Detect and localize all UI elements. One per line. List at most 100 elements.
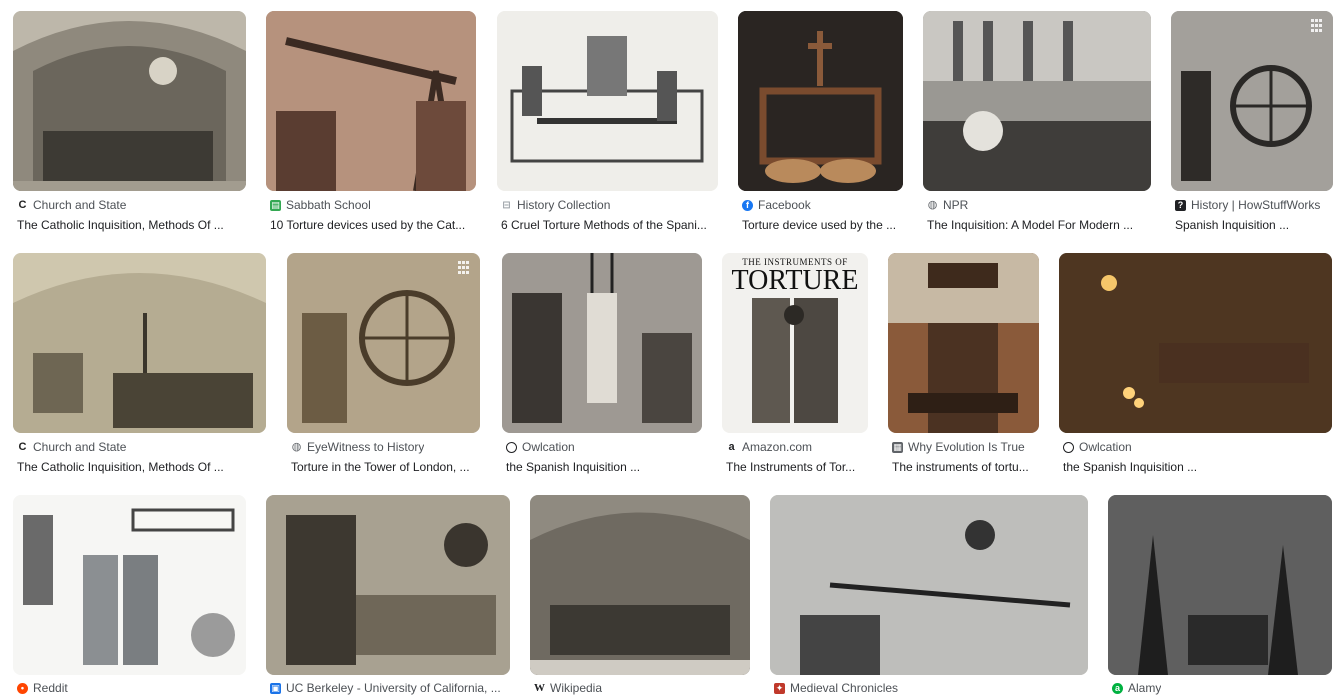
- image-result[interactable]: W Wikipedia: [530, 495, 750, 698]
- image-result[interactable]: ? History | HowStuffWorks Spanish Inquis…: [1171, 11, 1333, 236]
- question-icon: ?: [1175, 199, 1186, 211]
- source-name: Medieval Chronicles: [790, 681, 899, 695]
- amazon-icon: a: [728, 440, 735, 453]
- result-title[interactable]: 6 Cruel Torture Methods of the Spani...: [501, 217, 718, 233]
- source-name: Alamy: [1128, 681, 1162, 695]
- image-result[interactable]: C Church and State The Catholic Inquisit…: [13, 11, 246, 236]
- facebook-icon: f: [742, 199, 753, 211]
- result-title[interactable]: The Instruments of Tor...: [726, 459, 868, 475]
- result-source[interactable]: C Church and State: [17, 439, 127, 455]
- rack-engraving-image: [497, 11, 718, 191]
- source-name: History | HowStuffWorks: [1191, 198, 1321, 212]
- result-source[interactable]: ✦ Medieval Chronicles: [774, 680, 898, 696]
- alamy-icon: a: [1112, 682, 1123, 694]
- result-source[interactable]: f Facebook: [742, 197, 811, 213]
- result-thumbnail[interactable]: [13, 495, 246, 675]
- result-thumbnail[interactable]: [888, 253, 1039, 433]
- source-name: Church and State: [33, 440, 127, 454]
- result-source[interactable]: ? History | HowStuffWorks: [1175, 197, 1320, 213]
- image-result[interactable]: • Reddit: [13, 495, 246, 698]
- image-result[interactable]: Owlcation the Spanish Inquisition ...: [502, 253, 702, 478]
- image-result[interactable]: C Church and State The Catholic Inquisit…: [13, 253, 266, 478]
- source-name: Reddit: [33, 681, 68, 695]
- result-thumbnail[interactable]: [502, 253, 702, 433]
- engraving-dungeon-image: [13, 11, 246, 191]
- circle-icon: [1063, 441, 1074, 453]
- hanging-prisoner-image: [502, 253, 702, 433]
- result-thumbnail[interactable]: THE INSTRUMENTS OF TORTURE: [722, 253, 868, 433]
- rack-museum-photo: [888, 253, 1039, 433]
- image-result[interactable]: f Facebook Torture device used by the ..…: [738, 11, 903, 236]
- result-thumbnail[interactable]: [13, 11, 246, 191]
- result-source[interactable]: ⊟ History Collection: [501, 197, 610, 213]
- result-source[interactable]: ▤ Sabbath School: [270, 197, 371, 213]
- image-result[interactable]: ▦ Why Evolution Is True The instruments …: [888, 253, 1039, 478]
- image-result[interactable]: ▤ Sabbath School 10 Torture devices used…: [266, 11, 476, 236]
- gallery-icon: [1311, 19, 1325, 33]
- result-thumbnail[interactable]: [13, 253, 266, 433]
- result-source[interactable]: ▣ UC Berkeley - University of California…: [270, 680, 501, 696]
- source-name: Owlcation: [522, 440, 575, 454]
- result-title[interactable]: The instruments of tortu...: [892, 459, 1039, 475]
- result-title[interactable]: Spanish Inquisition ...: [1175, 217, 1333, 233]
- image-result[interactable]: Owlcation the Spanish Inquisition ...: [1059, 253, 1332, 478]
- result-thumbnail[interactable]: [266, 495, 510, 675]
- image-icon: ▣: [270, 682, 281, 694]
- result-thumbnail[interactable]: [923, 11, 1151, 191]
- h-icon: ⊟: [502, 199, 511, 211]
- result-thumbnail[interactable]: [1059, 253, 1332, 433]
- globe-icon: ◍: [291, 440, 302, 453]
- result-source[interactable]: ▦ Why Evolution Is True: [892, 439, 1025, 455]
- source-name: Church and State: [33, 198, 127, 212]
- result-title[interactable]: the Spanish Inquisition ...: [1063, 459, 1332, 475]
- result-title[interactable]: the Spanish Inquisition ...: [506, 459, 702, 475]
- image-result[interactable]: THE INSTRUMENTS OF TORTURE a Amazon.com …: [722, 253, 868, 478]
- torture-device-photo: [738, 11, 903, 191]
- result-title[interactable]: Torture device used by the ...: [742, 217, 903, 233]
- result-source[interactable]: ◍ EyeWitness to History: [291, 439, 425, 455]
- image-result[interactable]: ◍ NPR The Inquisition: A Model For Moder…: [923, 11, 1151, 236]
- source-name: History Collection: [517, 198, 611, 212]
- source-name: Owlcation: [1079, 440, 1132, 454]
- result-title[interactable]: Torture in the Tower of London, ...: [291, 459, 480, 475]
- hooded-inquisitors-image: [1108, 495, 1332, 675]
- result-thumbnail[interactable]: [266, 11, 476, 191]
- result-thumbnail[interactable]: [1171, 11, 1333, 191]
- result-source[interactable]: W Wikipedia: [534, 680, 602, 696]
- tower-wheel-image: [287, 253, 480, 433]
- c-icon: C: [18, 198, 27, 211]
- result-thumbnail[interactable]: [497, 11, 718, 191]
- source-name: Sabbath School: [286, 198, 371, 212]
- image-result[interactable]: ▣ UC Berkeley - University of California…: [266, 495, 510, 698]
- image-result[interactable]: a Alamy: [1108, 495, 1332, 698]
- book-title: TORTURE: [731, 265, 859, 296]
- result-source[interactable]: ◍ NPR: [927, 197, 969, 213]
- result-title[interactable]: The Catholic Inquisition, Methods Of ...: [17, 217, 246, 233]
- source-name: Why Evolution Is True: [908, 440, 1025, 454]
- result-source[interactable]: Owlcation: [1063, 439, 1132, 455]
- result-thumbnail[interactable]: [770, 495, 1088, 675]
- result-thumbnail[interactable]: [1108, 495, 1332, 675]
- image-result[interactable]: ⊟ History Collection 6 Cruel Torture Met…: [497, 11, 718, 236]
- result-source[interactable]: Owlcation: [506, 439, 575, 455]
- result-source[interactable]: a Amazon.com: [726, 439, 812, 455]
- result-source[interactable]: C Church and State: [17, 197, 127, 213]
- result-title[interactable]: 10 Torture devices used by the Cat...: [270, 217, 476, 233]
- source-name: Amazon.com: [742, 440, 813, 454]
- c-icon: C: [18, 440, 27, 453]
- result-source[interactable]: a Alamy: [1112, 680, 1161, 696]
- source-name: NPR: [943, 198, 969, 212]
- result-thumbnail[interactable]: [530, 495, 750, 675]
- book-icon: ▤: [270, 199, 281, 211]
- source-name: Facebook: [758, 198, 811, 212]
- inquisition-crowd-image: [923, 11, 1151, 191]
- image-result[interactable]: ✦ Medieval Chronicles: [770, 495, 1088, 698]
- wikipedia-icon: W: [534, 681, 545, 694]
- result-thumbnail[interactable]: [738, 11, 903, 191]
- result-thumbnail[interactable]: [287, 253, 480, 433]
- image-result[interactable]: ◍ EyeWitness to History Torture in the T…: [287, 253, 480, 478]
- result-title[interactable]: The Inquisition: A Model For Modern ...: [927, 217, 1151, 233]
- result-title[interactable]: The Catholic Inquisition, Methods Of ...: [17, 459, 266, 475]
- source-name: Wikipedia: [550, 681, 603, 695]
- result-source[interactable]: • Reddit: [17, 680, 68, 696]
